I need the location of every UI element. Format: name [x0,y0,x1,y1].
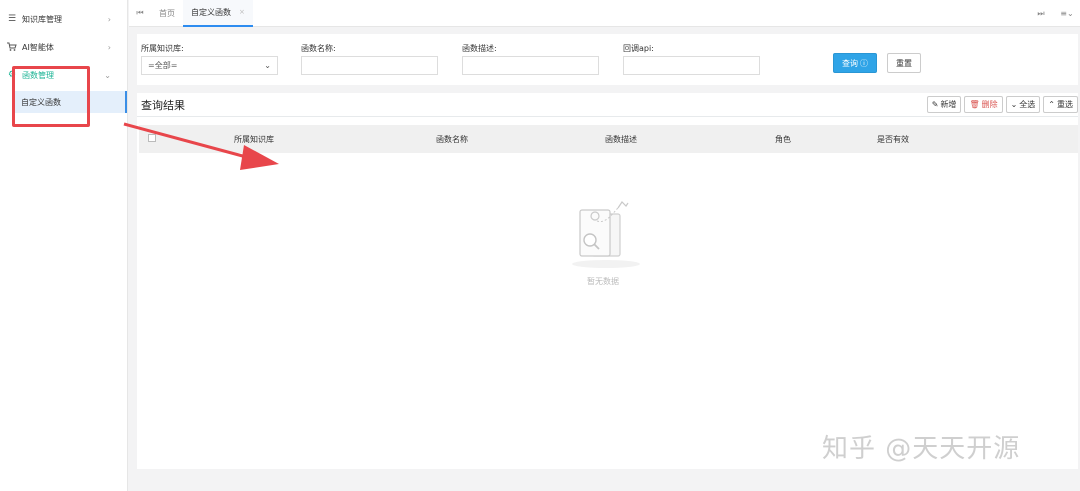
add-button[interactable]: ✎ 新增 [926,96,962,113]
chevron-right-icon: › [107,42,111,52]
column-header[interactable]: 所属知识库 [234,134,274,145]
tab-custom-function[interactable]: 自定义函数 × [183,0,253,27]
reselect-label: 重选 [1057,100,1073,109]
trash-icon: 🗑 [969,100,980,109]
annotation-box [12,66,90,127]
cart-icon [6,41,18,53]
tab-label: 首页 [159,8,175,18]
name-label: 函数名称: [301,44,336,53]
kb-field: 所属知识库: =全部= ⌄ [141,43,278,75]
pencil-icon: ✎ [931,100,939,109]
query-button[interactable]: 查询 ⓘ [833,53,877,73]
desc-input[interactable] [462,56,599,75]
search-icon: ⓘ [860,58,868,68]
sidebar-item-label: 知识库管理 [22,14,62,24]
kb-label: 所属知识库: [141,44,184,53]
api-label: 回调api: [623,44,654,53]
scroll-left-icon[interactable]: ⏮ [129,8,151,18]
query-button-label: 查询 [842,58,858,68]
api-input[interactable] [623,56,760,75]
empty-data-icon [572,201,640,268]
column-header[interactable]: 函数描述 [605,134,637,145]
delete-button[interactable]: 🗑 删除 [964,96,1003,113]
scroll-right-icon[interactable]: ⏭ [1028,9,1054,19]
column-header[interactable]: 函数名称 [436,134,468,145]
search-panel: 所属知识库: =全部= ⌄ 函数名称: 函数描述: 回调api: 查询 ⓘ 重置 [137,34,1078,85]
kb-select[interactable]: =全部= ⌄ [141,56,278,75]
list-icon: ☰ [7,14,17,24]
results-title: 查询结果 [141,98,185,112]
desc-field: 函数描述: [462,43,599,75]
select-all-checkbox[interactable] [148,134,156,142]
tab-home[interactable]: 首页 [151,0,183,27]
chevron-right-icon: › [107,14,111,24]
tab-bar: ⏮ 首页 自定义函数 × ⏭ ≡⌄ [129,0,1080,27]
chevron-up-icon: ⌃ [1048,100,1055,109]
reset-button[interactable]: 重置 [887,53,921,73]
sidebar-item-ai-agent[interactable]: AI智能体 › [0,33,127,61]
reset-button-label: 重置 [896,58,912,68]
name-field: 函数名称: [301,43,438,75]
empty-text: 暂无数据 [587,277,619,286]
chevron-down-icon: ⌄ [1010,100,1018,109]
sidebar-item-knowledge-base[interactable]: ☰ 知识库管理 › [0,5,127,33]
kb-select-value: =全部= [148,61,178,70]
empty-illustration [566,194,646,276]
select-all-button[interactable]: ⌄ 全选 [1005,96,1041,113]
desc-label: 函数描述: [462,44,497,53]
results-header: 查询结果 ✎ 新增 🗑 删除 ⌄ 全选 ⌃ 重选 [137,93,1078,117]
reselect-button[interactable]: ⌃ 重选 [1043,96,1078,113]
name-input[interactable] [301,56,438,75]
column-header[interactable]: 角色 [775,134,791,145]
menu-icon[interactable]: ≡⌄ [1054,9,1080,18]
select-all-label: 全选 [1019,100,1036,109]
results-panel: 查询结果 ✎ 新增 🗑 删除 ⌄ 全选 ⌃ 重选 所属知识库 函数名称 函数描述 [137,93,1078,469]
tab-label: 自定义函数 [191,7,231,17]
column-header[interactable]: 是否有效 [877,134,909,145]
add-button-label: 新增 [940,100,957,109]
toolbar: ✎ 新增 🗑 删除 ⌄ 全选 ⌃ 重选 [926,96,1078,113]
chevron-down-icon: ⌄ [264,61,271,70]
sidebar-item-label: AI智能体 [22,42,54,52]
chevron-down-icon: ⌄ [104,70,111,80]
watermark: 知乎 @天天开源 [822,434,1021,464]
close-icon[interactable]: × [239,8,245,16]
api-field: 回调api: [623,43,760,75]
delete-button-label: 删除 [981,100,998,109]
table-header: 所属知识库 函数名称 函数描述 角色 是否有效 [139,125,1078,153]
